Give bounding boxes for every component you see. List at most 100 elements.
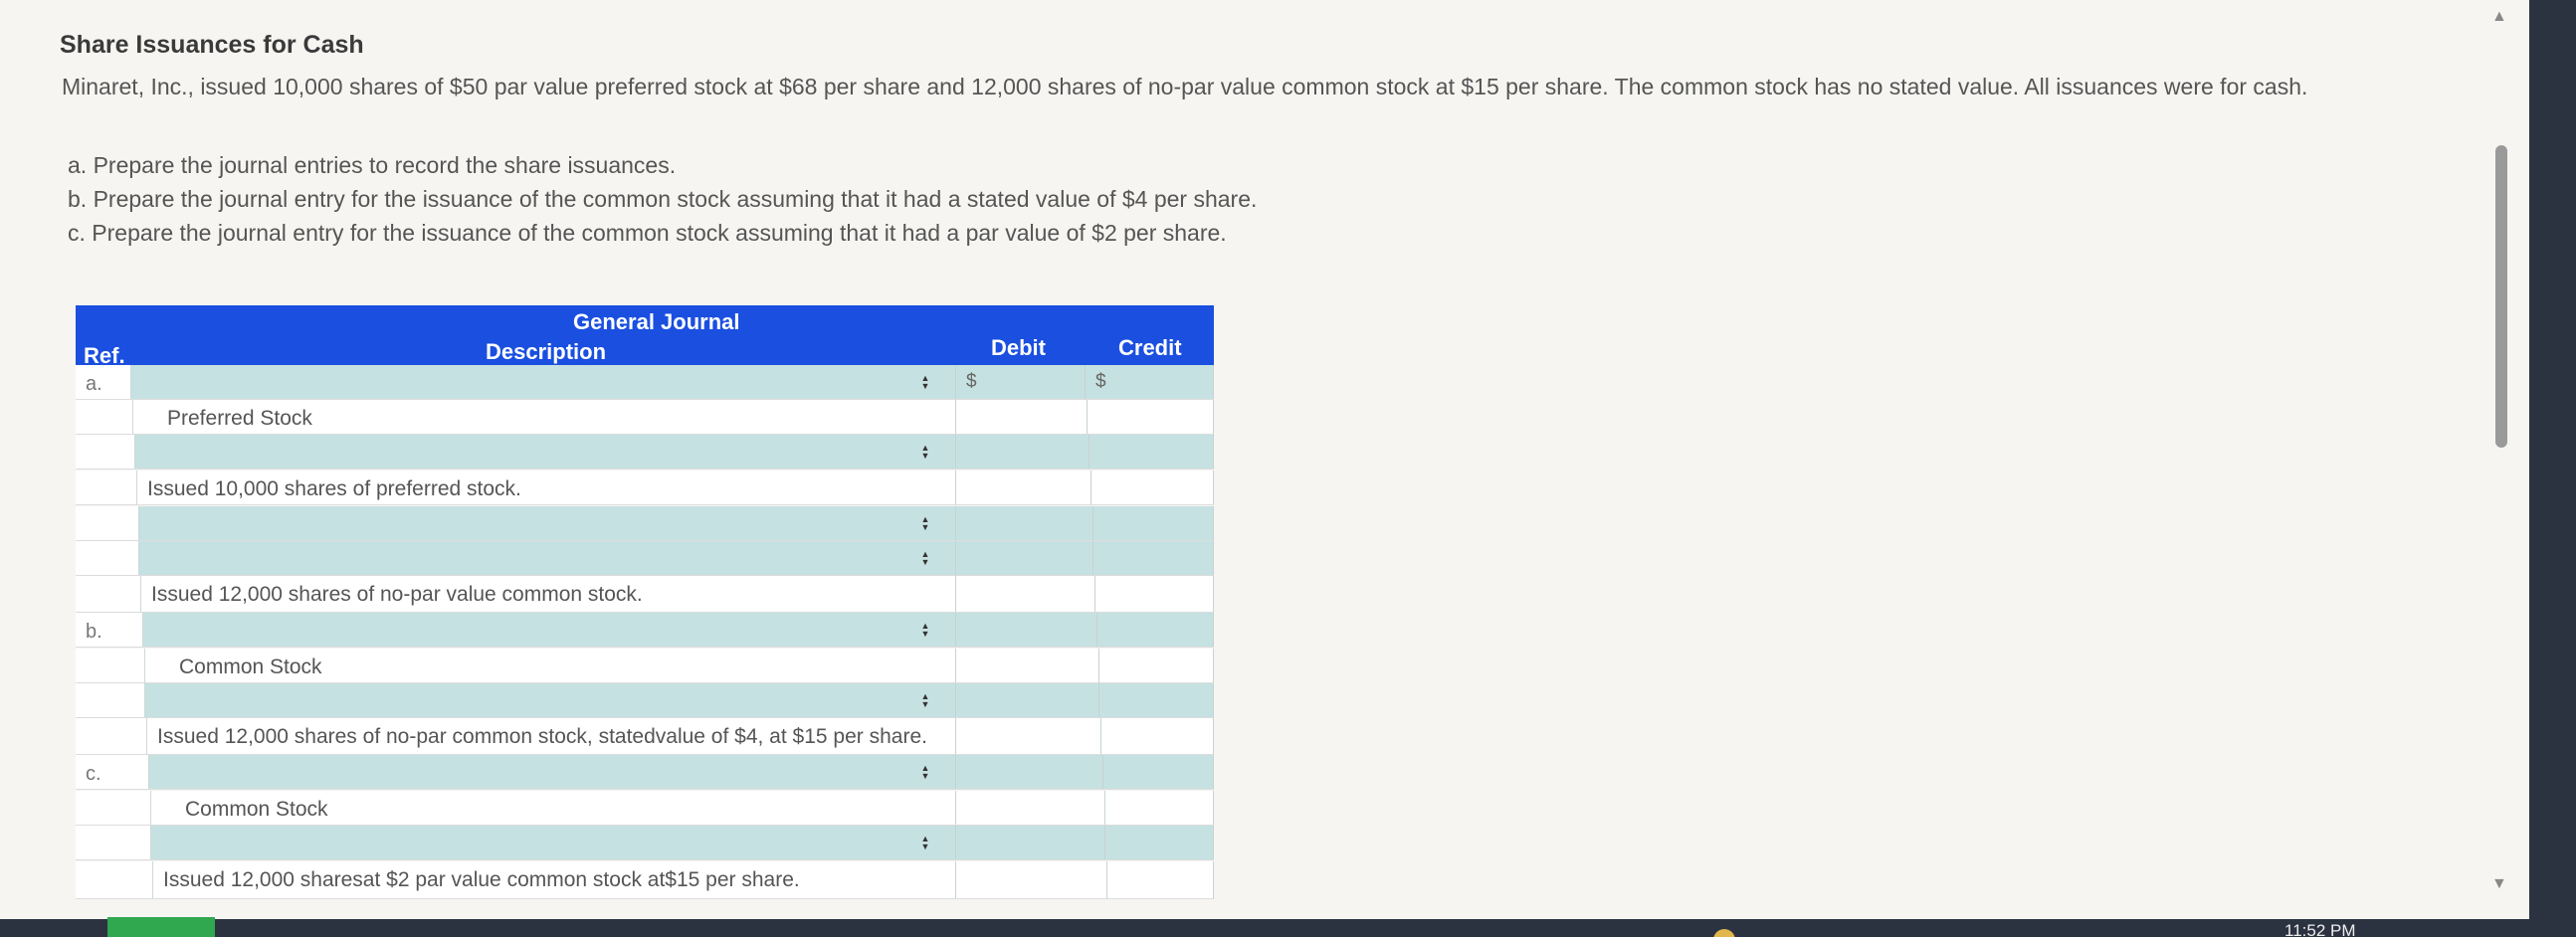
up-down-arrows-icon[interactable]: ▲ ▼ — [918, 692, 932, 709]
description-field[interactable]: Common Stock — [145, 649, 956, 682]
description-text: Issued 10,000 shares of preferred stock. — [147, 477, 521, 500]
up-down-arrows-icon[interactable]: ▲ ▼ — [918, 835, 932, 851]
debit-input[interactable] — [956, 576, 1095, 612]
description-field[interactable]: Issued 10,000 shares of preferred stock. — [137, 470, 956, 504]
account-select[interactable]: ▲ ▼ — [131, 365, 956, 399]
journal-row: Common Stock — [76, 791, 1214, 826]
account-select[interactable]: ▲ ▼ — [139, 506, 956, 540]
description-text: Issued 12,000 shares of no-par value com… — [151, 583, 643, 606]
credit-input[interactable] — [1090, 435, 1214, 468]
instruction-a: a. Prepare the journal entries to record… — [68, 152, 677, 178]
ref-cell — [76, 541, 139, 575]
ref-cell — [76, 861, 153, 898]
debit-input[interactable] — [956, 541, 1093, 575]
triangle-up-icon[interactable]: ▲ — [2491, 8, 2507, 26]
description-field[interactable]: Issued 12,000 sharesat $2 par value comm… — [153, 861, 956, 898]
problem-panel: Share Issuances for Cash Minaret, Inc., … — [0, 0, 2529, 919]
account-select[interactable]: ▲ ▼ — [149, 755, 956, 789]
debit-input[interactable] — [956, 435, 1090, 468]
journal-row: ▲ ▼ — [76, 435, 1214, 469]
description-field[interactable]: Preferred Stock — [133, 400, 956, 434]
credit-input[interactable] — [1107, 861, 1214, 898]
description-text: Preferred Stock — [167, 407, 312, 430]
problem-title: Share Issuances for Cash — [60, 31, 364, 59]
up-down-arrows-icon[interactable]: ▲ ▼ — [918, 550, 932, 567]
col-description-header: Description — [486, 339, 607, 364]
ref-cell — [76, 435, 135, 468]
description-field[interactable]: Issued 12,000 shares of no-par common st… — [147, 718, 956, 754]
journal-title: General Journal — [573, 309, 740, 334]
ref-cell: b. — [76, 613, 143, 647]
journal-row: Issued 12,000 shares of no-par value com… — [76, 576, 1214, 613]
col-credit-header: Credit — [1118, 335, 1182, 360]
debit-input[interactable]: $ — [956, 365, 1086, 399]
credit-input[interactable] — [1095, 576, 1214, 612]
credit-input[interactable] — [1088, 400, 1214, 434]
general-journal-table: General Journal Ref. Description Debit C… — [76, 305, 1214, 899]
instruction-c: c. Prepare the journal entry for the iss… — [68, 220, 1227, 246]
journal-row: ▲ ▼ — [76, 683, 1214, 718]
account-select[interactable]: ▲ ▼ — [135, 435, 956, 468]
up-down-arrows-icon[interactable]: ▲ ▼ — [918, 622, 932, 639]
ref-cell — [76, 683, 145, 717]
journal-row: b. ▲ ▼ — [76, 613, 1214, 648]
account-select[interactable]: ▲ ▼ — [139, 541, 956, 575]
credit-input[interactable] — [1099, 649, 1214, 682]
credit-input[interactable] — [1097, 613, 1214, 647]
journal-row: ▲ ▼ — [76, 826, 1214, 860]
debit-input[interactable] — [956, 718, 1101, 754]
credit-input[interactable]: $ — [1086, 365, 1214, 399]
credit-input[interactable] — [1093, 541, 1214, 575]
dock-icon[interactable] — [1713, 929, 1735, 937]
ref-cell: a. — [76, 365, 131, 399]
description-text: Common Stock — [179, 656, 322, 678]
up-down-arrows-icon[interactable]: ▲ ▼ — [918, 374, 932, 391]
account-select[interactable]: ▲ ▼ — [145, 683, 956, 717]
ref-cell — [76, 576, 141, 612]
account-select[interactable]: ▲ ▼ — [151, 826, 956, 859]
description-field[interactable]: Issued 12,000 shares of no-par value com… — [141, 576, 956, 612]
instruction-b: b. Prepare the journal entry for the iss… — [68, 186, 1258, 212]
credit-input[interactable] — [1105, 826, 1214, 859]
ref-cell — [76, 826, 151, 859]
description-field[interactable]: Common Stock — [151, 791, 956, 825]
check-answer-button[interactable] — [107, 917, 215, 937]
account-select[interactable]: ▲ ▼ — [143, 613, 956, 647]
debit-input[interactable] — [956, 791, 1105, 825]
currency-symbol: $ — [1095, 371, 1106, 392]
debit-input[interactable] — [956, 861, 1107, 898]
credit-input[interactable] — [1101, 718, 1214, 754]
credit-input[interactable] — [1105, 791, 1214, 825]
debit-input[interactable] — [956, 400, 1088, 434]
debit-input[interactable] — [956, 470, 1091, 504]
up-down-arrows-icon[interactable]: ▲ ▼ — [918, 444, 932, 461]
debit-input[interactable] — [956, 755, 1103, 789]
credit-input[interactable] — [1093, 506, 1214, 540]
triangle-down-icon[interactable]: ▼ — [2491, 875, 2507, 893]
ref-cell — [76, 400, 133, 434]
journal-row: a. ▲ ▼ $ $ — [76, 365, 1214, 400]
debit-input[interactable] — [956, 826, 1105, 859]
scroll-thumb[interactable] — [2495, 145, 2507, 448]
debit-input[interactable] — [956, 649, 1099, 682]
credit-input[interactable] — [1091, 470, 1214, 504]
ref-cell: c. — [76, 755, 149, 789]
journal-row: ▲ ▼ — [76, 541, 1214, 576]
debit-input[interactable] — [956, 506, 1093, 540]
debit-input[interactable] — [956, 613, 1097, 647]
journal-row: Issued 12,000 shares of no-par common st… — [76, 718, 1214, 755]
ref-cell — [76, 718, 147, 754]
journal-row: Preferred Stock — [76, 400, 1214, 435]
credit-input[interactable] — [1103, 755, 1214, 789]
credit-input[interactable] — [1099, 683, 1214, 717]
currency-symbol: $ — [966, 371, 977, 392]
up-down-arrows-icon[interactable]: ▲ ▼ — [918, 515, 932, 532]
vertical-scrollbar[interactable]: ▲ ▼ — [2487, 0, 2513, 919]
description-text: Issued 12,000 sharesat $2 par value comm… — [163, 868, 800, 891]
debit-input[interactable] — [956, 683, 1099, 717]
description-text: Issued 12,000 shares of no-par common st… — [157, 725, 927, 748]
ref-cell — [76, 506, 139, 540]
journal-row: c. ▲ ▼ — [76, 755, 1214, 790]
up-down-arrows-icon[interactable]: ▲ ▼ — [918, 764, 932, 781]
journal-header: General Journal Ref. Description Debit C… — [76, 305, 1214, 368]
